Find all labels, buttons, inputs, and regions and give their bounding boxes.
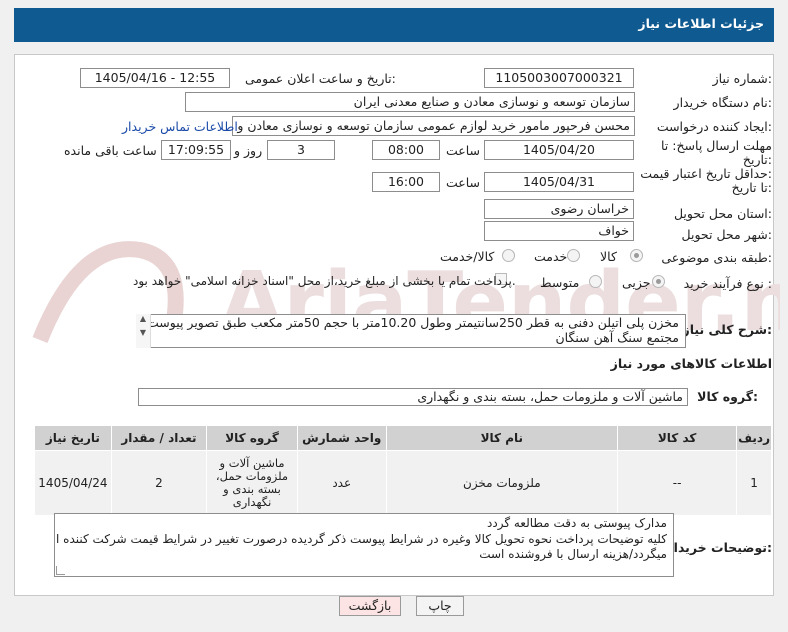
col-qty: تعداد / مقدار — [110, 425, 208, 451]
creator-label: ایجاد کننده درخواست: — [656, 119, 772, 134]
reply-deadline-days-field[interactable]: 3 — [267, 140, 335, 160]
remaining-time-label: ساعت باقی مانده — [64, 143, 157, 158]
buyer-notes-field[interactable]: مدارک پیوستی به دقت مطالعه گردد کلیه توض… — [54, 513, 674, 577]
buyer-notes-line-1: مدارک پیوستی به دقت مطالعه گردد — [487, 516, 667, 530]
goods-table-header: ردیف کد کالا نام کالا واحد شمارش گروه کا… — [34, 425, 772, 451]
back-button[interactable]: بازگشت — [339, 596, 401, 616]
need-number-field[interactable]: 1105003007000321 — [484, 68, 634, 88]
price-validity-time-field[interactable]: 16:00 — [372, 172, 440, 192]
treasury-payment-note: پرداخت تمام یا بخشی از مبلغ خرید،از محل … — [133, 274, 516, 288]
buyer-org-label: نام دستگاه خریدار: — [673, 95, 772, 110]
reply-deadline-date-field[interactable]: 1405/04/20 — [484, 140, 634, 160]
reply-deadline-label: مهلت ارسال پاسخ: تا — [661, 138, 772, 153]
process-radio-minor[interactable] — [652, 275, 665, 288]
description-text: مخزن پلی اتیلن دفنی به قطر 250سانتیمتر و… — [147, 315, 679, 345]
cell-group: ماشین آلات و ملزومات حمل، بسته بندی و نگ… — [206, 450, 298, 516]
goods-group-field[interactable]: ماشین آلات و ملزومات حمل، بسته بندی و نگ… — [138, 388, 688, 406]
creator-field[interactable]: محسن فرحپور مامور خرید لوازم عمومی سازما… — [232, 116, 635, 136]
cell-code: -- — [617, 450, 738, 516]
price-validity-label: حداقل تاریخ اعتبار قیمت: — [640, 166, 772, 181]
city-field[interactable]: خواف — [484, 221, 634, 241]
goods-section-title: اطلاعات کالاهای مورد نیاز — [610, 356, 772, 371]
reply-deadline-days-label: روز و — [234, 143, 263, 158]
buyer-contact-link[interactable]: اطلاعات تماس خریدار — [122, 119, 238, 134]
category-option-service: خدمت — [534, 249, 568, 264]
goods-group-label: گروه کالا: — [697, 389, 758, 404]
description-field[interactable]: مخزن پلی اتیلن دفنی به قطر 250سانتیمتر و… — [136, 314, 686, 348]
category-radio-service[interactable] — [567, 249, 580, 262]
price-validity-label-date: تا تاریخ: — [731, 180, 772, 195]
cell-unit: عدد — [296, 450, 387, 516]
process-label: نوع فرآیند خرید : — [683, 276, 772, 291]
reply-deadline-time-label: ساعت — [446, 143, 481, 158]
price-validity-time-label: ساعت — [446, 175, 481, 190]
reply-deadline-time-field[interactable]: 08:00 — [372, 140, 440, 160]
description-scrollbar[interactable]: ▲ ▼ — [136, 314, 151, 348]
resize-handle-icon[interactable] — [56, 566, 65, 575]
need-number-label: شماره نیاز: — [712, 71, 772, 86]
table-row[interactable]: 1 -- ملزومات مخزن عدد ماشین آلات و ملزوم… — [34, 450, 772, 516]
buyer-notes-line-2: کلیه توضیحات پرداخت نحوه تحویل کالا وغیر… — [54, 531, 667, 546]
province-field[interactable]: خراسان رضوی — [484, 199, 634, 219]
col-name: نام کالا — [385, 425, 619, 451]
buyer-notes-line-3: میگردد/هزینه ارسال با فروشنده است — [479, 547, 667, 561]
page-header: جزئیات اطلاعات نیاز — [14, 8, 774, 42]
scroll-up-icon[interactable]: ▲ — [136, 314, 150, 324]
province-label: استان محل تحویل: — [673, 206, 772, 221]
cell-qty: 2 — [110, 450, 208, 516]
page-title: جزئیات اطلاعات نیاز — [638, 16, 764, 31]
description-label: شرح کلی نیاز: — [682, 322, 773, 337]
col-date: تاریخ نیاز — [34, 425, 112, 451]
remaining-time-field[interactable]: 17:09:55 — [161, 140, 231, 160]
cell-row: 1 — [736, 450, 772, 516]
price-validity-date-field[interactable]: 1405/04/31 — [484, 172, 634, 192]
col-code: کد کالا — [617, 425, 738, 451]
buyer-org-field[interactable]: سازمان توسعه و نوسازی معادن و صنایع معدن… — [185, 92, 635, 112]
category-option-goods-service: کالا/خدمت — [440, 249, 495, 264]
col-unit: واحد شمارش — [296, 425, 387, 451]
announce-datetime-field[interactable]: 1405/04/16 - 12:55 — [80, 68, 230, 88]
category-label: طبقه بندی موضوعی: — [661, 250, 772, 265]
category-option-goods: کالا — [600, 249, 617, 264]
col-row: ردیف — [736, 425, 772, 451]
city-label: شهر محل تحویل: — [681, 227, 772, 242]
reply-deadline-label-date: تاریخ: — [742, 152, 772, 167]
goods-table: ردیف کد کالا نام کالا واحد شمارش گروه کا… — [34, 425, 772, 516]
category-radio-goods[interactable] — [630, 249, 643, 262]
process-option-minor: جزیی — [622, 275, 651, 290]
print-button[interactable]: چاپ — [416, 596, 464, 616]
category-radio-goods-service[interactable] — [502, 249, 515, 262]
announce-datetime-label: تاریخ و ساعت اعلان عمومی: — [245, 71, 396, 86]
process-radio-medium[interactable] — [589, 275, 602, 288]
cell-name: ملزومات مخزن — [385, 450, 619, 516]
scroll-down-icon[interactable]: ▼ — [136, 328, 150, 338]
process-option-medium: متوسط — [540, 275, 580, 290]
cell-date: 1405/04/24 — [34, 450, 112, 516]
col-group: گروه کالا — [206, 425, 298, 451]
buyer-notes-label: توضیحات خریدار: — [666, 540, 772, 555]
